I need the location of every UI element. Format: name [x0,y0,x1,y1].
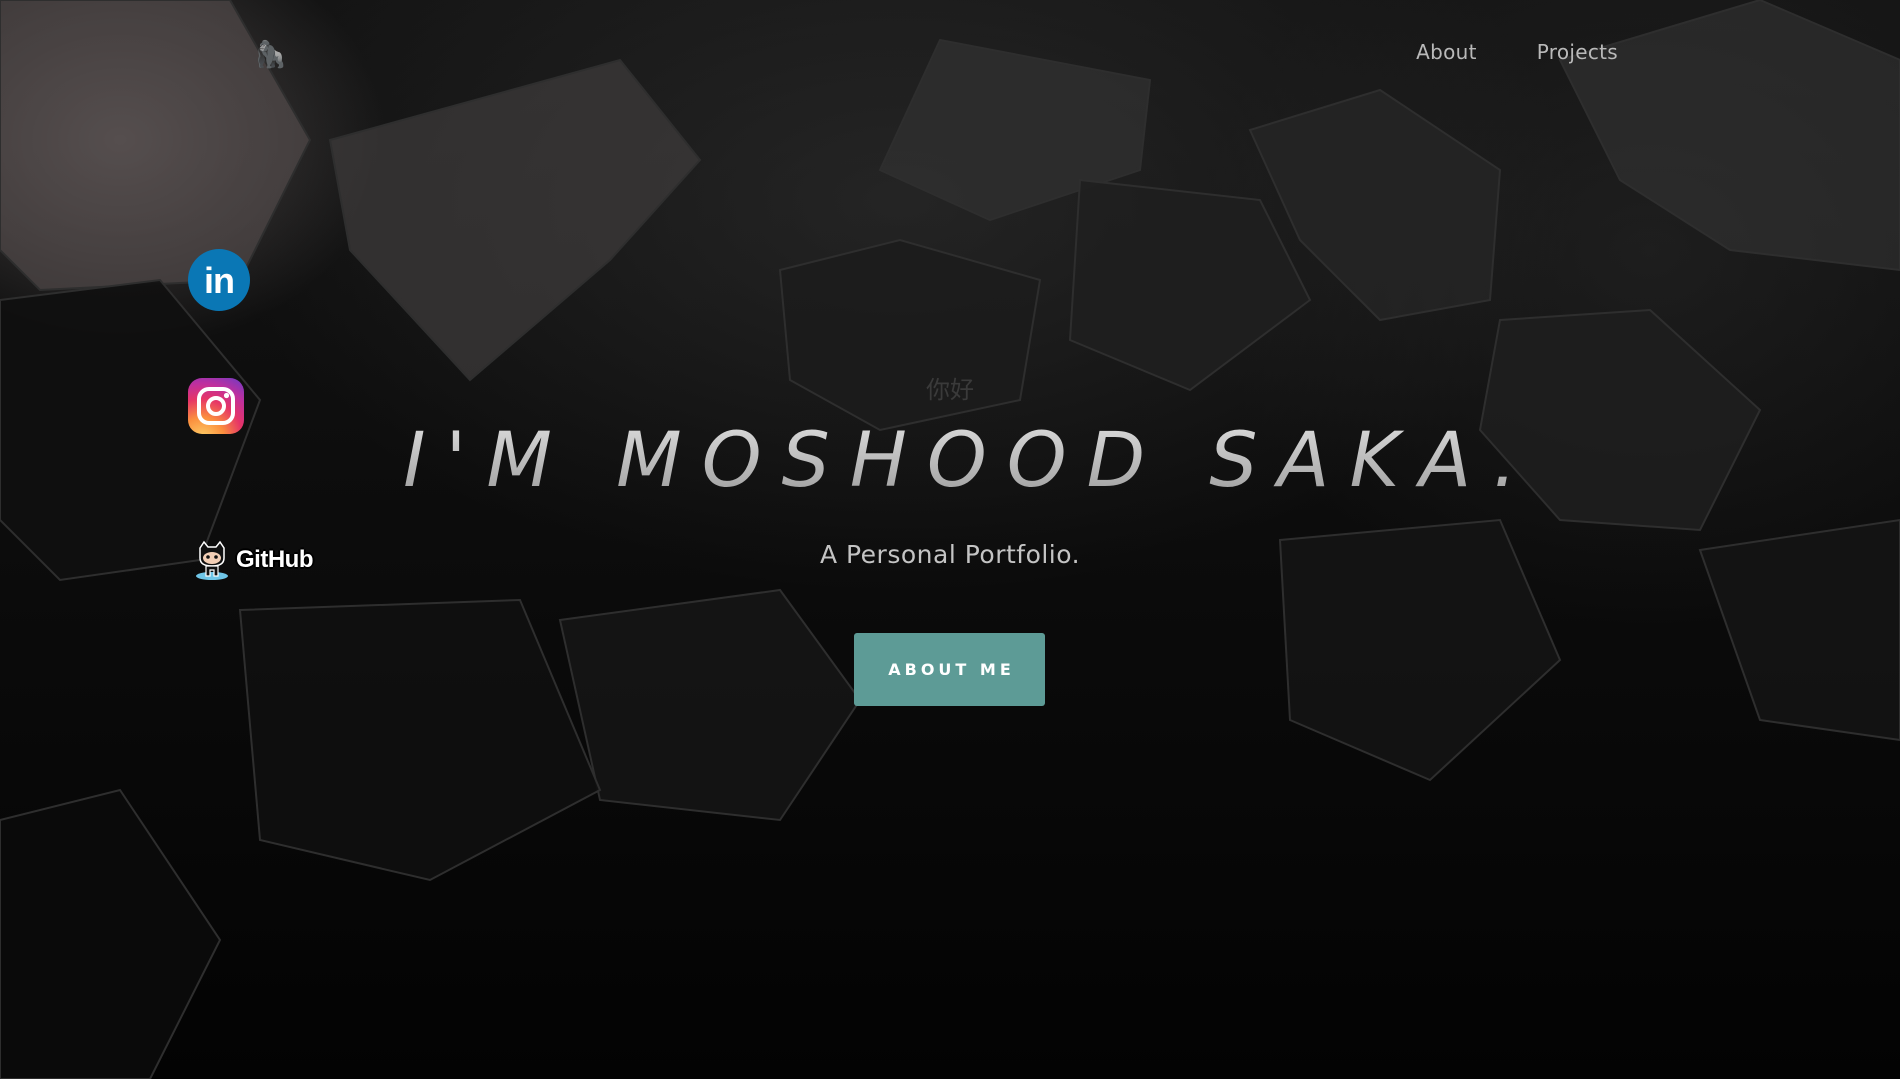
page: 🦍 About Projects in GitHub 你好 I'M MOSHOO… [0,0,1900,1079]
logo-icon[interactable]: 🦍 [254,40,286,70]
top-nav: About Projects [1416,40,1618,64]
linkedin-icon: in [204,260,235,301]
linkedin-link[interactable]: in [188,249,250,311]
hero-headline: I'M MOSHOOD SAKA. [0,415,1900,504]
hero-subtitle: A Personal Portfolio. [819,540,1081,569]
about-me-button[interactable]: ABOUT ME [854,633,1045,706]
nav-link-about[interactable]: About [1416,40,1477,64]
nav-link-projects[interactable]: Projects [1537,40,1618,64]
greeting-text: 你好 [926,376,974,404]
